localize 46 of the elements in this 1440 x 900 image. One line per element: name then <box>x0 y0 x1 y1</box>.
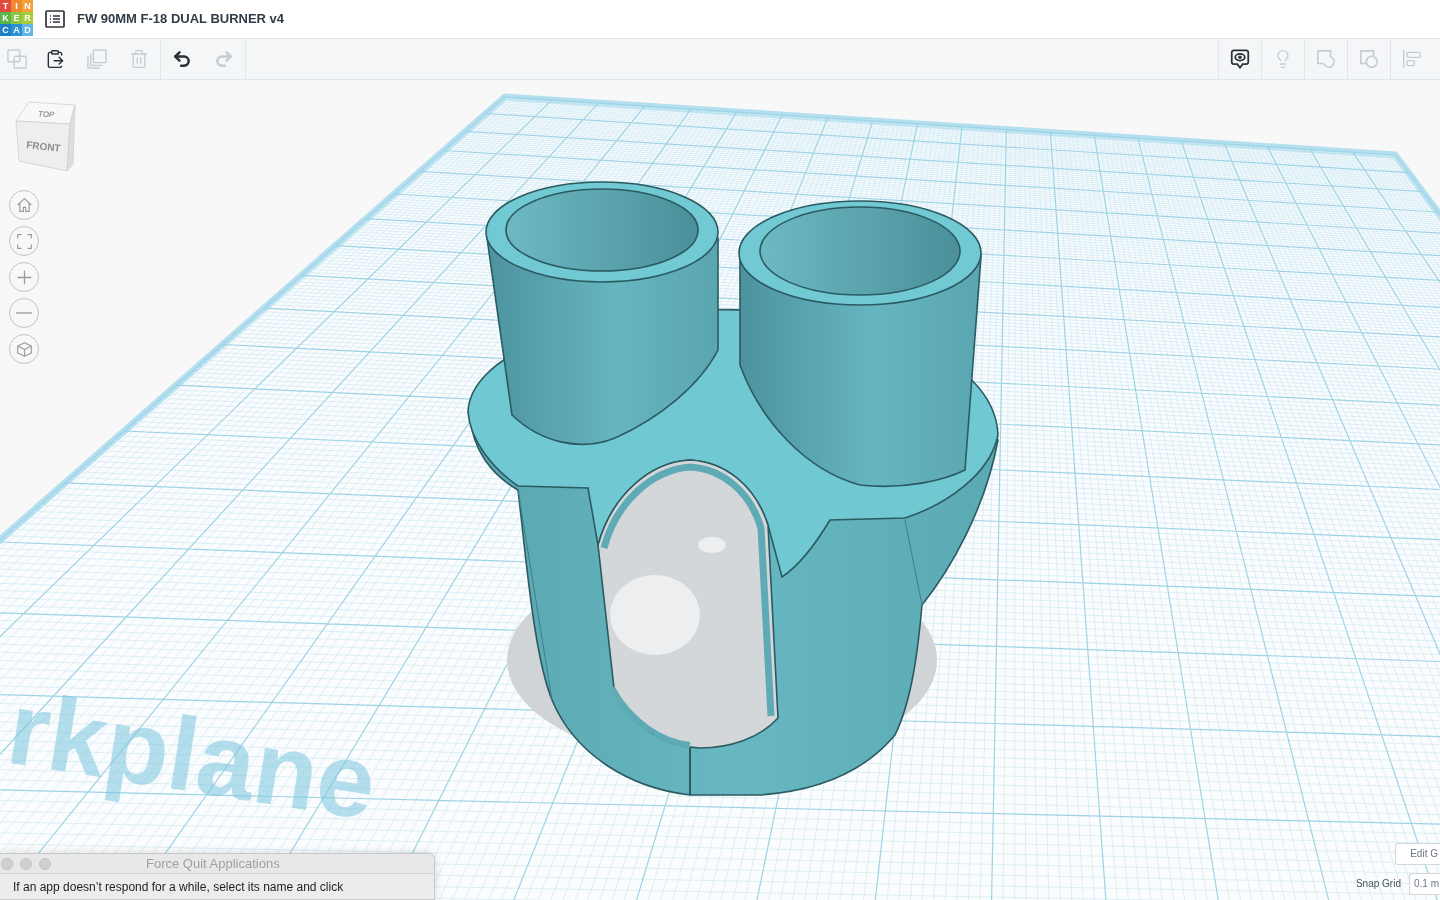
overlapping-squares-icon <box>7 49 27 69</box>
clipboard-icon <box>45 49 65 69</box>
logo-letter: K <box>0 12 11 24</box>
menu-button[interactable] <box>44 8 66 29</box>
workplane-label: rkplane <box>0 669 385 842</box>
home-view-button[interactable] <box>9 190 39 220</box>
logo-letter: T <box>0 0 11 12</box>
cube-face-label: FRONT <box>25 139 62 154</box>
trash-icon <box>129 49 149 69</box>
logo-letter: C <box>0 24 11 36</box>
eye-speech-bubble-icon <box>1230 49 1250 69</box>
snap-grid-label: Snap Grid <box>1355 878 1401 890</box>
list-icon <box>45 9 65 28</box>
zoom-out-button[interactable] <box>9 298 39 328</box>
cube-face[interactable] <box>15 120 71 172</box>
minus-icon <box>16 312 32 314</box>
window-close-icon[interactable] <box>1 857 13 870</box>
zoom-in-button[interactable] <box>9 262 39 292</box>
dialog-message: If an app doesn’t respond for a while, select its name and click <box>13 880 345 894</box>
fit-view-button[interactable] <box>9 226 39 256</box>
design-title: FW 90MM F-18 DUAL BURNER v4 <box>77 10 285 27</box>
logo-letter: D <box>22 24 33 36</box>
window-zoom-icon[interactable] <box>39 857 51 870</box>
logo-letter: E <box>11 12 22 24</box>
cube-icon <box>16 341 32 357</box>
snap-grid-select[interactable]: 0.1 m <box>1409 873 1440 895</box>
plus-icon <box>16 269 32 285</box>
logo-letter: N <box>22 0 33 12</box>
undo-arrow-icon <box>172 49 192 69</box>
cube-face-label: TOP <box>37 109 55 120</box>
cube-face[interactable] <box>66 104 76 172</box>
edit-grid-button[interactable]: Edit G <box>1395 843 1440 865</box>
stacked-squares-icon <box>87 49 107 69</box>
window-title: Force Quit Applications <box>146 855 280 872</box>
logo-letter: I <box>11 0 22 12</box>
redo-arrow-icon <box>214 49 234 69</box>
house-icon <box>16 198 32 212</box>
view-cube[interactable]: TOP FRONT <box>15 101 77 173</box>
window-minimize-icon[interactable] <box>20 857 32 870</box>
square-circle-icon <box>1359 49 1379 69</box>
corner-brackets-icon <box>16 233 32 249</box>
logo-letter: A <box>11 24 22 36</box>
merged-shapes-icon <box>1316 49 1336 69</box>
logo-letter: R <box>22 12 33 24</box>
align-left-icon <box>1402 49 1422 69</box>
projection-button[interactable] <box>9 334 39 364</box>
